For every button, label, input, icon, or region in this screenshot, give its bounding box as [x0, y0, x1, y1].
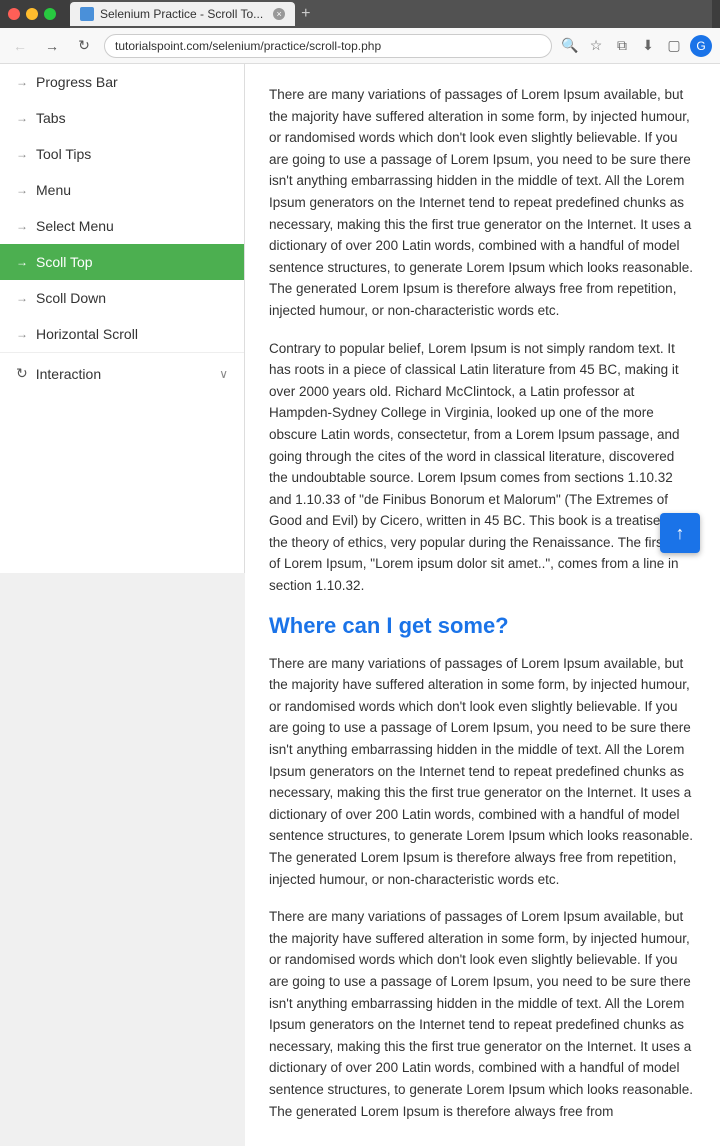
- sidebar-item-label: Select Menu: [36, 218, 114, 234]
- content-wrapper: There are many variations of passages of…: [245, 64, 720, 573]
- new-tab-button[interactable]: +: [301, 5, 310, 23]
- arrow-icon: →: [16, 255, 28, 269]
- arrow-icon: →: [16, 111, 28, 125]
- nav-icons: 🔍 ☆ ⧉ ⬇ ▢ G: [560, 35, 712, 57]
- interaction-section-header[interactable]: ↻ Interaction ∨: [0, 353, 244, 394]
- arrow-icon: →: [16, 183, 28, 197]
- sidebar-item-label: Scoll Top: [36, 254, 93, 270]
- tab-close-button[interactable]: ×: [273, 8, 285, 20]
- back-icon: ←: [13, 38, 27, 54]
- chevron-down-icon: ∨: [219, 367, 228, 381]
- navbar: ← → ↻ tutorialspoint.com/selenium/practi…: [0, 28, 720, 64]
- tab-title: Selenium Practice - Scroll To...: [100, 7, 263, 21]
- content-heading: Where can I get some?: [269, 613, 696, 639]
- interaction-section: ↻ Interaction ∨: [0, 352, 244, 394]
- sidebar-item-label: Tabs: [36, 110, 66, 126]
- sidebar-item-label: Scoll Down: [36, 290, 106, 306]
- arrow-icon: →: [16, 147, 28, 161]
- sidebar-item-horizontal-scroll[interactable]: → Horizontal Scroll: [0, 316, 244, 352]
- arrow-icon: →: [16, 219, 28, 233]
- forward-icon: →: [45, 38, 59, 54]
- sidebar-item-label: Horizontal Scroll: [36, 326, 138, 342]
- refresh-icon: ↻: [78, 37, 90, 54]
- paragraph-2: Contrary to popular belief, Lorem Ipsum …: [269, 338, 696, 597]
- interaction-label: Interaction: [36, 366, 101, 382]
- interaction-icon: ↻: [16, 365, 28, 382]
- address-bar[interactable]: tutorialspoint.com/selenium/practice/scr…: [104, 34, 552, 58]
- sidebar-item-scoll-down[interactable]: → Scoll Down: [0, 280, 244, 316]
- sidebar-item-select-menu[interactable]: → Select Menu: [0, 208, 244, 244]
- sidebar-item-progress-bar[interactable]: → Progress Bar: [0, 64, 244, 100]
- search-icon[interactable]: 🔍: [560, 37, 580, 54]
- back-button[interactable]: ←: [8, 34, 32, 58]
- extensions-icon[interactable]: ⧉: [612, 37, 632, 54]
- sidebar-item-tool-tips[interactable]: → Tool Tips: [0, 136, 244, 172]
- sidebar-item-label: Menu: [36, 182, 71, 198]
- bookmark-icon[interactable]: ☆: [586, 37, 606, 54]
- interaction-header-left: ↻ Interaction: [16, 365, 101, 382]
- sidebar: → Progress Bar → Tabs → Tool Tips → Menu…: [0, 64, 245, 573]
- browser-tab[interactable]: Selenium Practice - Scroll To... ×: [70, 2, 295, 26]
- tab-favicon: [80, 7, 94, 21]
- window-icon[interactable]: ▢: [664, 37, 684, 54]
- paragraph-3: There are many variations of passages of…: [269, 653, 696, 891]
- url-text: tutorialspoint.com/selenium/practice/scr…: [115, 39, 381, 53]
- download-icon[interactable]: ⬇: [638, 37, 658, 54]
- profile-icon[interactable]: G: [690, 35, 712, 57]
- scroll-top-button[interactable]: ↑: [660, 513, 700, 553]
- sidebar-item-label: Tool Tips: [36, 146, 91, 162]
- sidebar-item-menu[interactable]: → Menu: [0, 172, 244, 208]
- tab-bar: Selenium Practice - Scroll To... × +: [70, 0, 712, 28]
- arrow-icon: →: [16, 75, 28, 89]
- forward-button[interactable]: →: [40, 34, 64, 58]
- traffic-lights: [8, 8, 56, 20]
- sidebar-item-scoll-top[interactable]: → Scoll Top: [0, 244, 244, 280]
- main-layout: → Progress Bar → Tabs → Tool Tips → Menu…: [0, 64, 720, 573]
- content-area[interactable]: There are many variations of passages of…: [245, 64, 720, 1146]
- arrow-icon: →: [16, 327, 28, 341]
- minimize-traffic-light[interactable]: [26, 8, 38, 20]
- scroll-top-icon: ↑: [676, 523, 685, 544]
- titlebar: Selenium Practice - Scroll To... × +: [0, 0, 720, 28]
- sidebar-item-tabs[interactable]: → Tabs: [0, 100, 244, 136]
- maximize-traffic-light[interactable]: [44, 8, 56, 20]
- paragraph-1: There are many variations of passages of…: [269, 84, 696, 322]
- refresh-button[interactable]: ↻: [72, 34, 96, 58]
- sidebar-item-label: Progress Bar: [36, 74, 118, 90]
- arrow-icon: →: [16, 291, 28, 305]
- close-traffic-light[interactable]: [8, 8, 20, 20]
- paragraph-4: There are many variations of passages of…: [269, 906, 696, 1122]
